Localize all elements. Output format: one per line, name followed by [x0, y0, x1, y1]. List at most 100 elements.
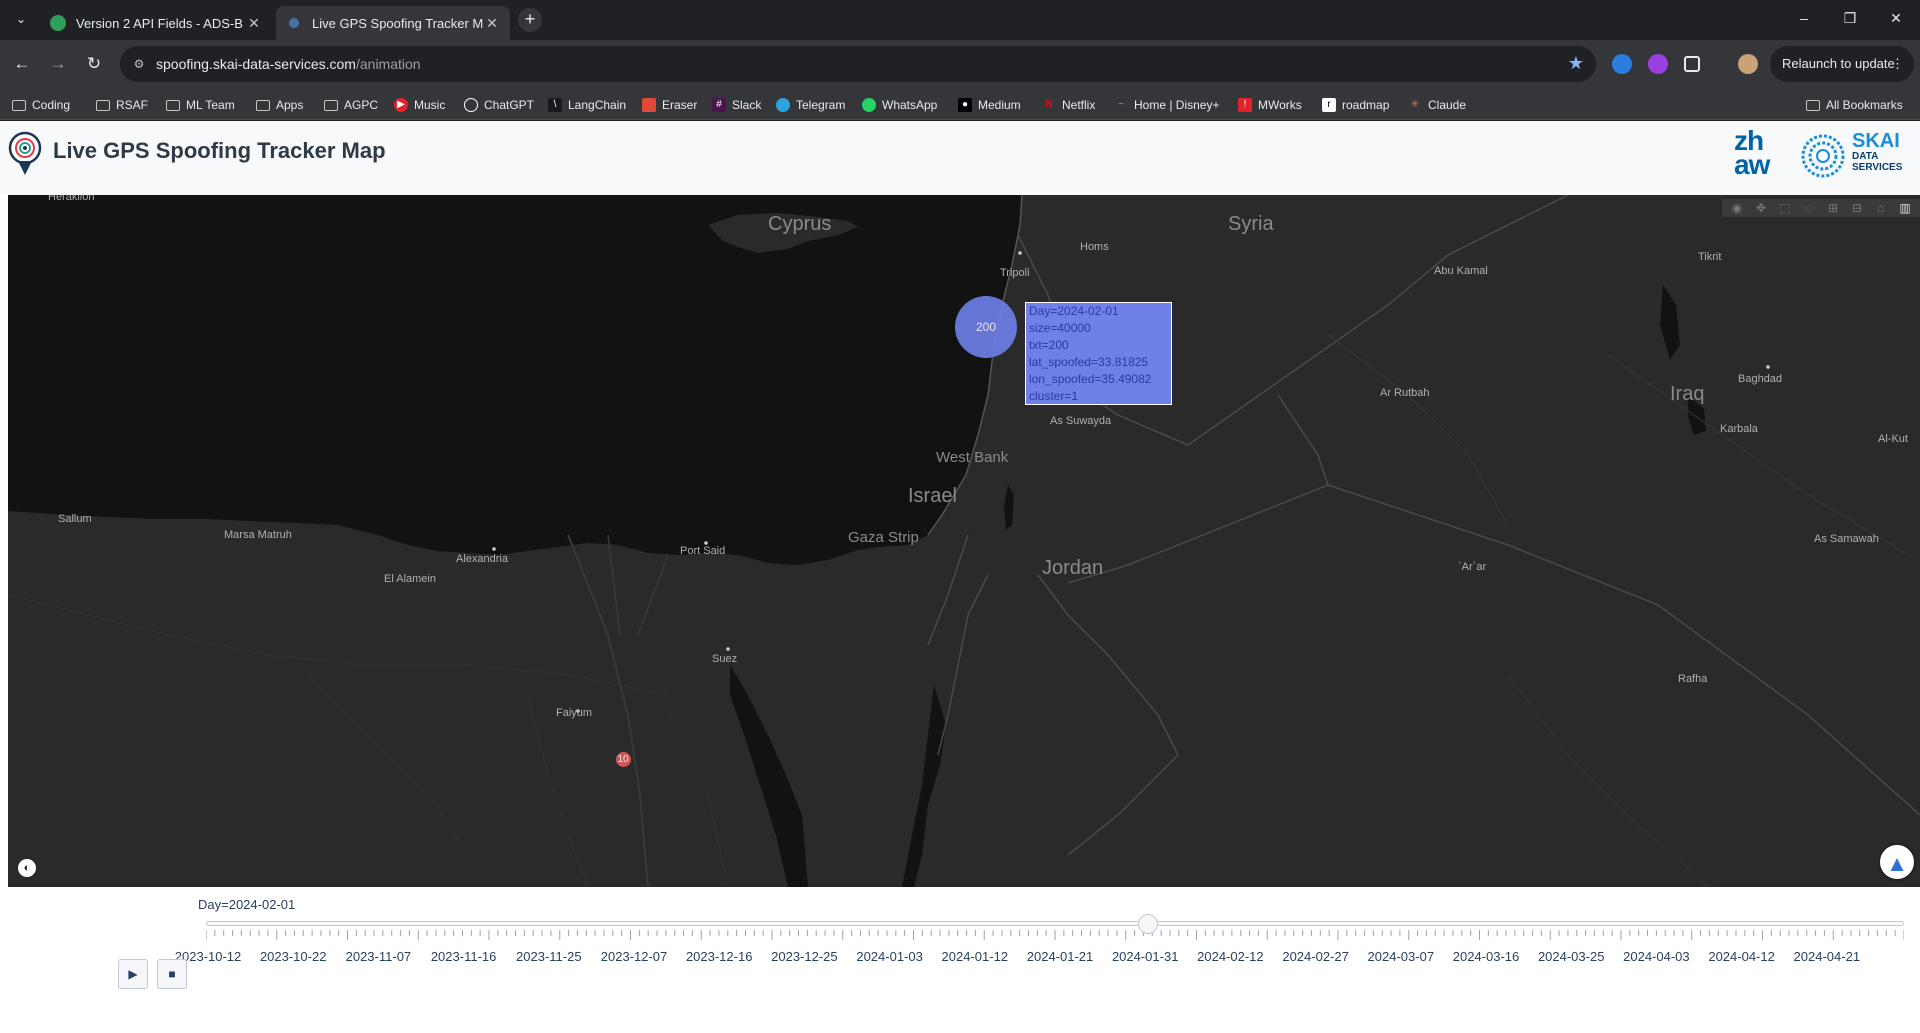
- slack-icon: #: [712, 98, 726, 112]
- bookmarks-bar: Coding RSAF ML Team Apps AGPC ▶ Music Cha…: [0, 88, 1920, 120]
- bookmark-slack[interactable]: # Slack: [712, 96, 761, 114]
- bookmark-medium[interactable]: ● Medium: [958, 96, 1021, 114]
- folder-icon: [1806, 99, 1820, 111]
- minimize-icon[interactable]: –: [1794, 10, 1814, 26]
- site-info-icon[interactable]: ⚙: [130, 55, 148, 73]
- bookmark-telegram[interactable]: Telegram: [776, 96, 845, 114]
- map-label-city: Rafha: [1678, 673, 1708, 685]
- map-label-city: Ar Rutbah: [1380, 387, 1430, 399]
- bookmark-claude[interactable]: ✳ Claude: [1408, 96, 1466, 114]
- slider-rail[interactable]: [206, 921, 1904, 926]
- slider-tick-label: 2024-01-12: [941, 949, 1009, 964]
- animation-slider: Day=2024-02-01 2023-10-12 2023-10-22 2023-…: [0, 887, 1920, 1033]
- extension-edge-icon[interactable]: [1612, 54, 1632, 74]
- map-label-city: Port Said: [680, 545, 726, 557]
- bookmark-disney[interactable]: ~ Home | Disney+: [1114, 96, 1219, 114]
- claude-icon: ✳: [1410, 99, 1420, 110]
- bookmark-mworks[interactable]: ! MWorks: [1238, 96, 1302, 114]
- slider-tick-label: 2024-02-27: [1282, 949, 1349, 964]
- map-label-country: Israel: [908, 485, 957, 507]
- slider-tick-label: 2024-04-03: [1623, 949, 1690, 964]
- bookmark-langchain[interactable]: \ LangChain: [548, 96, 626, 114]
- music-icon: ▶: [394, 98, 408, 112]
- map-label-city: Faiyum: [556, 707, 593, 719]
- bookmark-agpc[interactable]: AGPC: [324, 96, 378, 114]
- home-icon[interactable]: ⌂: [1870, 199, 1892, 217]
- slider-tick-label: 2023-12-07: [600, 949, 668, 964]
- browser-tab-spoofing[interactable]: Live GPS Spoofing Tracker Map ✕: [276, 6, 510, 40]
- bookmark-rsaf[interactable]: RSAF: [96, 96, 148, 114]
- skai-data-services-logo: SKAI DATA SERVICES: [1852, 130, 1903, 173]
- menu-dots-icon[interactable]: ⋮: [1891, 46, 1904, 82]
- slider-tick-label: 2024-01-03: [856, 949, 923, 964]
- telegram-icon: [776, 98, 790, 112]
- bookmark-netflix[interactable]: N Netflix: [1042, 96, 1095, 114]
- netflix-icon: N: [1045, 99, 1053, 110]
- map-label-region: West Bank: [936, 449, 1009, 466]
- folder-icon: [166, 99, 180, 111]
- stop-button[interactable]: ■: [157, 959, 187, 989]
- reload-icon[interactable]: ↻: [82, 52, 106, 76]
- browser-tab-adsb[interactable]: Version 2 API Fields - ADS-B Ex ✕: [40, 6, 272, 40]
- zoom-out-icon[interactable]: ⊟: [1846, 199, 1868, 217]
- arrow-up-icon[interactable]: ▲: [1878, 843, 1916, 881]
- bookmark-music[interactable]: ▶ Music: [394, 96, 445, 114]
- profile-avatar[interactable]: [1738, 54, 1758, 74]
- spoofing-map[interactable]: Cyprus Syria Iraq Jordan Israel West Bank Gaza…: [8, 195, 1920, 887]
- bookmark-apps[interactable]: Apps: [256, 96, 303, 114]
- disney-icon: ~: [1118, 99, 1124, 110]
- play-button[interactable]: ▶: [118, 959, 148, 989]
- folder-icon: [256, 99, 270, 111]
- relaunch-button[interactable]: Relaunch to update ⋮: [1770, 46, 1914, 82]
- plotly-logo-icon[interactable]: ▥: [1894, 199, 1916, 217]
- eraser-icon: [642, 98, 656, 112]
- close-window-icon[interactable]: ✕: [1886, 10, 1906, 27]
- slider-tick-label: 2024-01-21: [1026, 949, 1094, 964]
- pan-icon[interactable]: ✥: [1750, 199, 1772, 217]
- extension-purple-icon[interactable]: [1648, 54, 1668, 74]
- spoofing-cluster-marker[interactable]: 200: [955, 296, 1017, 358]
- bookmark-star-icon[interactable]: ★: [1568, 53, 1584, 74]
- extensions-puzzle-icon[interactable]: [1684, 56, 1700, 72]
- tab-search-chevron-icon[interactable]: ⌄: [10, 8, 32, 30]
- map-label-city: Heraklion: [48, 195, 95, 203]
- roadmap-icon: r: [1322, 98, 1336, 112]
- back-arrow-icon[interactable]: ←: [10, 52, 34, 76]
- all-bookmarks[interactable]: All Bookmarks: [1806, 96, 1903, 114]
- slider-tick-label: 2024-04-21: [1793, 949, 1861, 964]
- whatsapp-icon: [862, 98, 876, 112]
- browser-tab-strip: ⌄ Version 2 API Fields - ADS-B Ex ✕ Live…: [0, 0, 1920, 40]
- slider-tick-label: 2024-01-31: [1111, 949, 1179, 964]
- close-tab-icon[interactable]: ✕: [484, 15, 500, 32]
- camera-icon[interactable]: ◉: [1726, 199, 1748, 217]
- close-tab-icon[interactable]: ✕: [246, 15, 262, 32]
- box-select-icon[interactable]: ⬚: [1774, 199, 1796, 217]
- restore-icon[interactable]: ❐: [1840, 10, 1860, 27]
- zhaw-logo: zh aw: [1734, 125, 1770, 180]
- langchain-icon: \: [548, 98, 562, 112]
- map-label-city: As Samawah: [1814, 533, 1879, 545]
- folder-icon: [12, 99, 26, 111]
- map-label-city: As Suwayda: [1050, 415, 1112, 427]
- map-label-city: Baghdad: [1738, 373, 1783, 385]
- bookmark-ml-team[interactable]: ML Team: [166, 96, 235, 114]
- map-label-city: `Ar`ar: [1458, 561, 1487, 573]
- spoofing-cluster-marker[interactable]: 10: [615, 751, 631, 767]
- new-tab-plus-icon[interactable]: +: [518, 8, 542, 32]
- bookmark-chatgpt[interactable]: ChatGPT: [464, 96, 534, 114]
- address-bar[interactable]: ⚙ spoofing.skai-data-services.com/animat…: [120, 46, 1596, 82]
- map-basemap: [8, 195, 1920, 887]
- zoom-in-icon[interactable]: ⊞: [1822, 199, 1844, 217]
- mapbox-logo-icon[interactable]: ◐: [18, 859, 36, 877]
- slider-ticks: [206, 930, 1904, 940]
- bookmark-roadmap[interactable]: r roadmap: [1322, 96, 1389, 114]
- slider-tick-label: 2023-12-25: [771, 949, 838, 964]
- forward-arrow-icon[interactable]: →: [46, 52, 70, 76]
- bookmark-coding[interactable]: Coding: [12, 96, 70, 114]
- bookmark-whatsapp[interactable]: WhatsApp: [862, 96, 937, 114]
- lasso-icon[interactable]: ◌: [1798, 199, 1820, 217]
- map-label-country: Cyprus: [768, 213, 832, 235]
- marker-count-label: 200: [975, 320, 997, 334]
- map-label-city: Alexandria: [456, 553, 508, 565]
- bookmark-eraser[interactable]: Eraser: [642, 96, 697, 114]
